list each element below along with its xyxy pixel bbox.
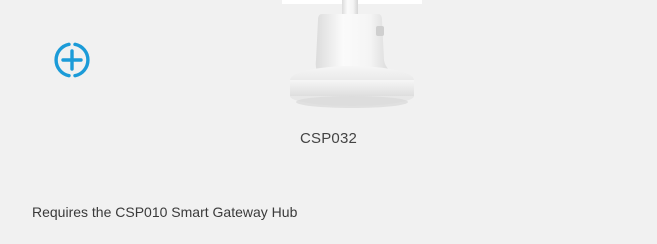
product-image xyxy=(282,0,422,112)
requirement-note: Requires the CSP010 Smart Gateway Hub xyxy=(32,204,298,220)
add-circle-icon xyxy=(52,40,92,80)
product-name: CSP032 xyxy=(299,130,358,147)
product-card: CSP032 Requires the CSP010 Smart Gateway… xyxy=(0,0,657,244)
add-button[interactable] xyxy=(50,38,94,82)
